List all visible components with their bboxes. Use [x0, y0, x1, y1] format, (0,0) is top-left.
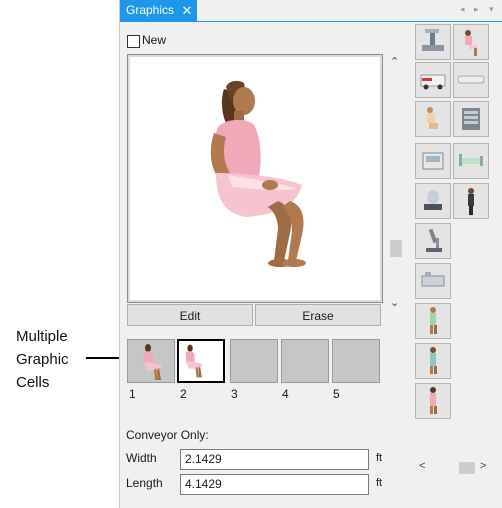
- edit-button[interactable]: Edit: [127, 304, 253, 326]
- walking-patient-green-icon: [430, 307, 437, 334]
- conveyor-heading: Conveyor Only:: [126, 428, 209, 442]
- seated-woman-icon: [143, 344, 162, 380]
- ambulance-icon: [420, 74, 446, 90]
- palette-standing-patient-teal[interactable]: [415, 343, 451, 379]
- length-unit: ft: [376, 477, 383, 489]
- scroll-right-icon[interactable]: ▸: [474, 4, 479, 15]
- stretcher-pad-icon: [457, 75, 485, 84]
- graphics-panel: Graphics ✕ ◂ ▸ ▾ New ⌃ ⌄ Edit Erase 1 2 …: [119, 0, 502, 508]
- palette-xray-machine[interactable]: [415, 24, 451, 60]
- x-ray-machine-icon: [422, 29, 444, 51]
- horizontal-scrollbar-thumb[interactable]: [459, 462, 475, 474]
- graphic-cell-1[interactable]: [127, 339, 175, 383]
- server-cabinet-icon: [462, 108, 480, 130]
- lab-equipment-icon: [421, 272, 445, 287]
- cell-number: 4: [282, 387, 289, 401]
- annotation-line: Graphic: [16, 351, 69, 368]
- dropdown-icon[interactable]: ▾: [489, 4, 494, 15]
- cell-number: 1: [129, 387, 136, 401]
- graphic-cell-3[interactable]: [230, 339, 278, 383]
- tab-label: Graphics: [126, 3, 175, 17]
- width-field[interactable]: 2.1429: [180, 449, 369, 470]
- new-checkbox-label: New: [142, 33, 167, 47]
- scroll-left-icon[interactable]: ◂: [460, 4, 465, 15]
- cell-number: 3: [231, 387, 238, 401]
- bandaged-patient-icon: [427, 107, 438, 129]
- scroll-right-icon[interactable]: >: [480, 460, 486, 472]
- hospital-bed-icon: [459, 154, 483, 166]
- annotation-line: Cells: [16, 374, 50, 391]
- new-checkbox[interactable]: [127, 35, 140, 48]
- annotation-label: Multiple Graphic Cells: [16, 325, 96, 394]
- cell-number: 2: [180, 387, 187, 401]
- tab-graphics[interactable]: Graphics ✕: [120, 0, 197, 21]
- graphic-cell-2[interactable]: [177, 339, 225, 383]
- standing-person-dark-icon: [468, 188, 474, 215]
- length-label: Length: [126, 476, 163, 490]
- palette-standing-patient-pink[interactable]: [415, 383, 451, 419]
- length-field[interactable]: 4.1429: [180, 474, 369, 495]
- vertical-scrollbar-thumb[interactable]: [390, 240, 402, 257]
- graphic-cell-4[interactable]: [281, 339, 329, 383]
- seated-woman-icon: [210, 80, 306, 267]
- cell-number: 5: [333, 387, 340, 401]
- scroll-down-icon[interactable]: ⌄: [390, 296, 399, 309]
- close-icon[interactable]: ✕: [180, 0, 194, 21]
- palette-hospital-bed[interactable]: [453, 143, 489, 179]
- palette-standing-person-dark[interactable]: [453, 183, 489, 219]
- palette-horizontal-scrollbar[interactable]: < >: [417, 460, 489, 476]
- seated-woman-icon: [185, 344, 203, 378]
- palette-seated-patient[interactable]: [453, 24, 489, 60]
- monitor-device-icon: [422, 152, 444, 170]
- annotation-line: Multiple: [16, 328, 68, 345]
- width-unit: ft: [376, 452, 383, 464]
- palette-ambulance[interactable]: [415, 62, 451, 98]
- erase-button[interactable]: Erase: [255, 304, 381, 326]
- palette-stretcher-pad[interactable]: [453, 62, 489, 98]
- scale-device-icon: [424, 190, 442, 210]
- width-label: Width: [126, 451, 157, 465]
- standing-patient-pink-icon: [430, 387, 437, 414]
- palette-scale-device[interactable]: [415, 183, 451, 219]
- graphic-preview: [127, 54, 383, 303]
- microscope-icon: [426, 228, 442, 252]
- palette-monitor-device[interactable]: [415, 143, 451, 179]
- standing-patient-teal-icon: [430, 347, 437, 374]
- tab-strip: Graphics ✕ ◂ ▸ ▾: [120, 0, 502, 22]
- scroll-left-icon[interactable]: <: [419, 460, 425, 472]
- scroll-up-icon[interactable]: ⌃: [390, 55, 399, 68]
- palette-microscope[interactable]: [415, 223, 451, 259]
- palette-walking-patient-green[interactable]: [415, 303, 451, 339]
- graphic-cell-5[interactable]: [332, 339, 380, 383]
- seated-patient-icon: [465, 30, 477, 56]
- palette-bandaged-patient[interactable]: [415, 101, 451, 137]
- palette-server-cabinet[interactable]: [453, 101, 489, 137]
- palette-lab-equipment[interactable]: [415, 263, 451, 299]
